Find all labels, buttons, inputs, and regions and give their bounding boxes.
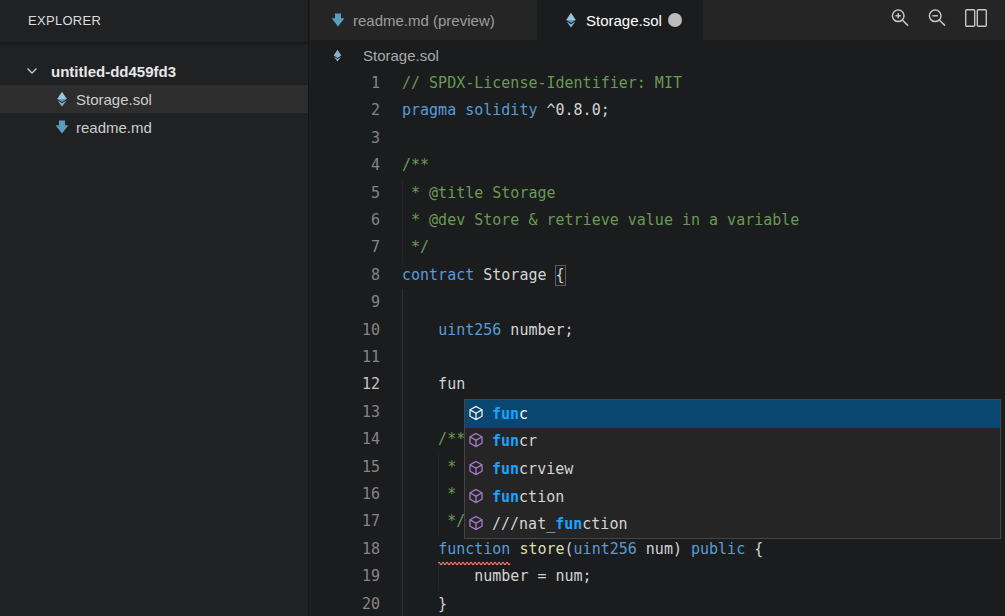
file-tree: untitled-dd459fd3 Storage.sol readme.md [0,57,308,141]
indent-guide [402,399,403,426]
tab-bar: readme.md (preview) Storage.sol [310,0,1005,40]
line-number: 9 [310,289,380,317]
tab-storage[interactable]: Storage.sol [537,0,703,40]
line-number: 18 [310,536,380,564]
suggestion-funcr[interactable]: funcr [465,428,1000,456]
line-number: 17 [310,508,380,536]
line-number: 14 [310,426,380,454]
suggestion-label: funcrview [492,460,573,478]
solidity-file-icon [563,12,579,28]
tab-readme[interactable]: readme.md (preview) [310,0,537,40]
line-number: 5 [310,180,380,208]
autocomplete-popup: func funcr funcrview function ///nat_functio… [464,399,1001,539]
folder-label: untitled-dd459fd3 [51,63,176,80]
code-line-6: 6 * @dev Store & retrieve value in a var… [310,207,1005,235]
symbol-cube-icon [468,515,486,533]
file-row-storage-sol[interactable]: Storage.sol [0,85,308,113]
code-line-10: 10 uint256 number; [310,317,1005,345]
explorer-sidebar: EXPLORER untitled-dd459fd3 Storage.sol re… [0,0,309,616]
line-number: 3 [310,125,380,153]
code-line-19: 19 number = num; [310,563,1005,591]
line-number: 19 [310,563,380,591]
suggestion-label: func [492,405,528,423]
modified-indicator-dot[interactable] [668,13,682,27]
tab-readme-label: readme.md (preview) [353,12,495,29]
file-label: readme.md [76,119,152,136]
code-line-7: 7 */ [310,234,1005,262]
chevron-down-icon [24,63,40,79]
line-number: 16 [310,481,380,509]
line-number: 7 [310,234,380,262]
split-editor-icon[interactable] [964,8,988,28]
suggestion-func[interactable]: func [465,400,1000,428]
line-number: 15 [310,454,380,482]
editor-actions [890,8,988,28]
code-line-8: 8contract Storage { [310,262,1005,290]
symbol-cube-icon [468,432,486,450]
zoom-out-icon[interactable] [927,8,947,28]
solidity-file-icon-small [331,48,344,63]
tab-storage-label: Storage.sol [586,12,662,29]
line-number: 12 [310,371,380,399]
solidity-file-icon [54,91,70,107]
code-line-1: 1// SPDX-License-Identifier: MIT [310,70,1005,98]
suggestion-function[interactable]: function [465,483,1000,511]
line-number: 1 [310,70,380,98]
suggestion-label: ///nat_function [492,515,627,533]
symbol-cube-icon [468,460,486,478]
code-line-2: 2pragma solidity ^0.8.0; [310,97,1005,125]
file-label: Storage.sol [76,91,152,108]
line-number: 10 [310,317,380,345]
indent-guide [402,289,403,316]
line-number: 13 [310,399,380,427]
breadcrumb[interactable]: Storage.sol [310,40,1005,70]
breadcrumb-label: Storage.sol [363,47,439,64]
code-line-5: 5 * @title Storage [310,180,1005,208]
suggestion--nat-function[interactable]: ///nat_function [465,510,1000,538]
panel-header-shadow [0,42,308,46]
code-line-12: 12 fun [310,371,1005,399]
indent-guide [402,344,403,371]
markdown-file-icon [54,119,70,135]
line-number: 11 [310,344,380,372]
file-row-readme-md[interactable]: readme.md [0,113,308,141]
code-line-11: 11 [310,344,1005,372]
line-number: 6 [310,207,380,235]
suggestion-label: funcr [492,432,537,450]
zoom-in-icon[interactable] [890,8,910,28]
markdown-file-icon [330,12,346,28]
symbol-cube-icon [468,488,486,506]
line-number: 8 [310,262,380,290]
explorer-title: EXPLORER [28,13,101,28]
code-line-3: 3 [310,125,1005,153]
line-number: 4 [310,152,380,180]
line-number: 20 [310,591,380,616]
code-line-18: 18 function store(uint256 num) public { [310,536,1005,564]
remix-editor-window: EXPLORER untitled-dd459fd3 Storage.solre… [0,0,1005,616]
symbol-cube-icon [468,405,486,423]
suggestion-funcrview[interactable]: funcrview [465,455,1000,483]
folder-row-untitled[interactable]: untitled-dd459fd3 [0,57,308,85]
line-number: 2 [310,97,380,125]
suggestion-label: function [492,488,564,506]
code-line-9: 9 [310,289,1005,317]
code-line-4: 4/** [310,152,1005,180]
code-line-20: 20 } [310,591,1005,616]
